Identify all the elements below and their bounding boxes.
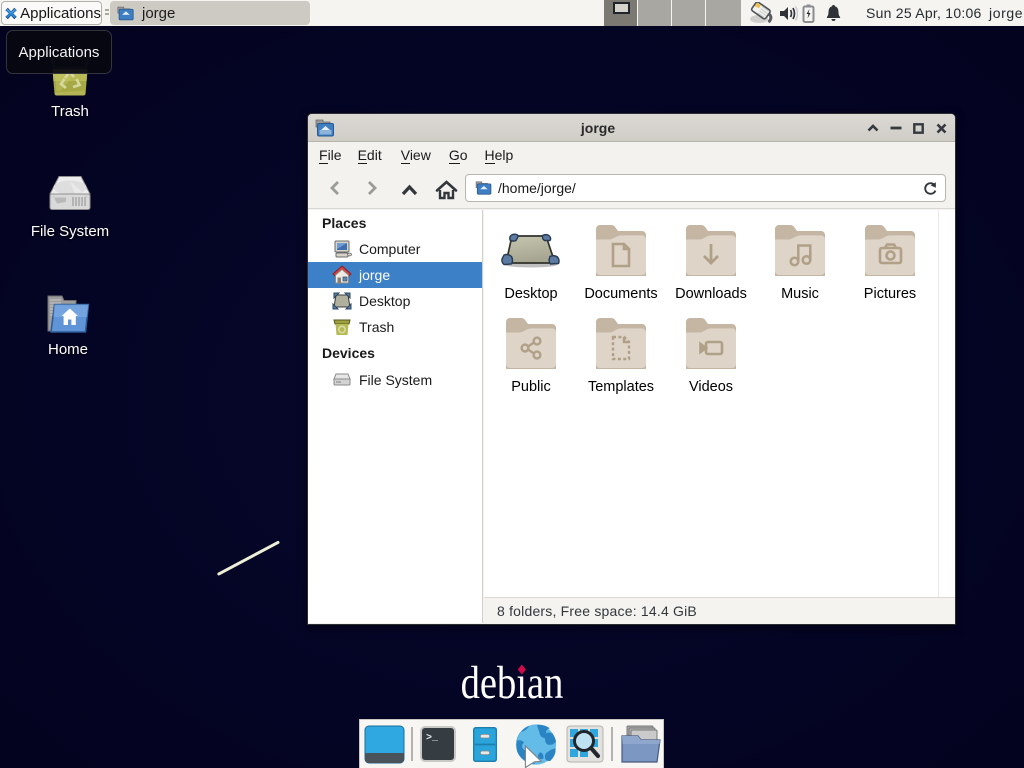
svg-text:>_: >_ [426,733,439,744]
